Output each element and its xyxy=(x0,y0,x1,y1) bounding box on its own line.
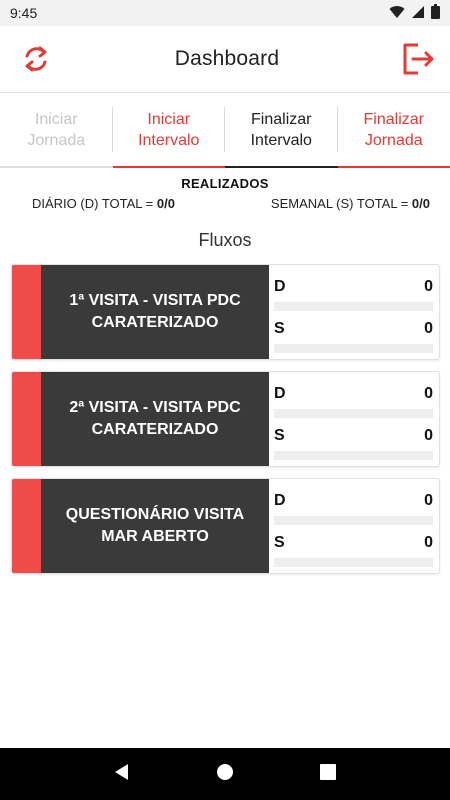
flow-name: 1ª VISITA - VISITA PDC CARATERIZADO xyxy=(41,265,269,359)
daily-stat-value: 0 xyxy=(424,492,433,509)
battery-icon xyxy=(431,4,440,22)
daily-stat: D0 xyxy=(274,275,433,317)
tab-label-line2: Jornada xyxy=(27,131,86,149)
weekly-progress-bar xyxy=(274,558,433,567)
daily-total-value: 0/0 xyxy=(156,196,175,211)
daily-stat-value: 0 xyxy=(424,278,433,295)
daily-stat-value: 0 xyxy=(424,385,433,402)
wifi-icon xyxy=(389,5,405,22)
page-title: Dashboard xyxy=(174,47,280,70)
flow-name: 2ª VISITA - VISITA PDC CARATERIZADO xyxy=(41,372,269,466)
recents-icon[interactable] xyxy=(318,762,338,787)
home-icon[interactable] xyxy=(215,762,235,787)
weekly-stat-value: 0 xyxy=(424,534,433,551)
tab-label-line1: Finalizar xyxy=(251,110,312,128)
tab-finalizar-jornada[interactable]: Finalizar Jornada xyxy=(337,93,450,168)
flow-card[interactable]: 1ª VISITA - VISITA PDC CARATERIZADO D0 S… xyxy=(11,264,440,360)
daily-stat-label: D xyxy=(274,278,286,295)
summary-title: REALIZADOS xyxy=(181,176,269,191)
daily-stat: D0 xyxy=(274,382,433,424)
weekly-total-value: 0/0 xyxy=(411,196,430,211)
flow-name: QUESTIONÁRIO VISITA MAR ABERTO xyxy=(41,479,269,573)
tab-iniciar-jornada[interactable]: Iniciar Jornada xyxy=(0,93,113,168)
signal-icon xyxy=(411,5,425,22)
tab-finalizar-intervalo[interactable]: Finalizar Intervalo xyxy=(225,93,338,168)
status-icons xyxy=(389,4,440,22)
flow-stats: D0 S0 xyxy=(269,479,439,573)
weekly-stat-label: S xyxy=(274,320,285,337)
tab-label-line1: Iniciar xyxy=(34,110,78,128)
summary: REALIZADOS DIÁRIO (D) TOTAL = 0/0 SEMANA… xyxy=(0,168,450,211)
daily-stat-label: D xyxy=(274,385,286,402)
flow-stats: D0 S0 xyxy=(269,372,439,466)
tab-label-line1: Iniciar xyxy=(147,110,191,128)
summary-totals: DIÁRIO (D) TOTAL = 0/0 SEMANAL (S) TOTAL… xyxy=(0,191,450,211)
back-icon[interactable] xyxy=(112,762,132,787)
tab-label-line2: Jornada xyxy=(364,131,423,149)
flow-accent-bar xyxy=(12,372,41,466)
daily-total-label: DIÁRIO (D) TOTAL = xyxy=(32,196,157,211)
flows-title: Fluxos xyxy=(198,230,252,250)
weekly-stat-label: S xyxy=(274,534,285,551)
flow-accent-bar xyxy=(12,265,41,359)
flows-list: 1ª VISITA - VISITA PDC CARATERIZADO D0 S… xyxy=(0,251,450,574)
daily-stat: D0 xyxy=(274,489,433,531)
weekly-stat-value: 0 xyxy=(424,427,433,444)
weekly-stat-label: S xyxy=(274,427,285,444)
status-bar: 9:45 xyxy=(0,0,450,26)
daily-total: DIÁRIO (D) TOTAL = 0/0 xyxy=(32,196,175,211)
app-bar: Dashboard xyxy=(0,26,450,92)
flow-accent-bar xyxy=(12,479,41,573)
weekly-progress-bar xyxy=(274,451,433,460)
weekly-progress-bar xyxy=(274,344,433,353)
weekly-total: SEMANAL (S) TOTAL = 0/0 xyxy=(271,196,430,211)
tab-label-line2: Intervalo xyxy=(138,131,200,149)
weekly-stat: S0 xyxy=(274,317,433,359)
tab-iniciar-intervalo[interactable]: Iniciar Intervalo xyxy=(112,93,225,168)
daily-progress-bar xyxy=(274,516,433,525)
flow-card[interactable]: QUESTIONÁRIO VISITA MAR ABERTO D0 S0 xyxy=(11,478,440,574)
daily-progress-bar xyxy=(274,302,433,311)
flow-stats: D0 S0 xyxy=(269,265,439,359)
exit-icon[interactable] xyxy=(400,41,436,77)
tab-label-line2: Intervalo xyxy=(250,131,312,149)
daily-stat-label: D xyxy=(274,492,286,509)
flow-card[interactable]: 2ª VISITA - VISITA PDC CARATERIZADO D0 S… xyxy=(11,371,440,467)
tab-label-line1: Finalizar xyxy=(363,110,424,128)
status-time: 9:45 xyxy=(10,5,38,21)
sync-icon[interactable] xyxy=(18,41,54,77)
system-nav-bar xyxy=(0,748,450,800)
weekly-total-label: SEMANAL (S) TOTAL = xyxy=(270,196,412,211)
weekly-stat: S0 xyxy=(274,531,433,573)
daily-progress-bar xyxy=(274,409,433,418)
weekly-stat-value: 0 xyxy=(424,320,433,337)
weekly-stat: S0 xyxy=(274,424,433,466)
tab-bar: Iniciar Jornada Iniciar Intervalo Finaliza… xyxy=(0,92,450,168)
